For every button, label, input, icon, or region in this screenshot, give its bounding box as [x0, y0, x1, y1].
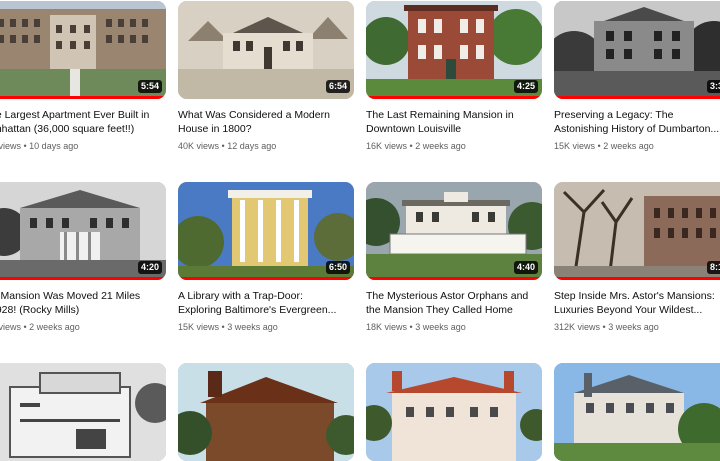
video-card[interactable]: 3:3 Preserving a Legacy: The Astonishing… [554, 1, 720, 151]
modernist-house-image [0, 363, 166, 461]
video-metadata: 40K views • 12 days ago [178, 141, 277, 151]
mediterranean-villa-image [366, 363, 542, 461]
watch-progress-bar [554, 96, 720, 99]
video-card[interactable]: 4:20 is Mansion Was Moved 21 Miles 1928!… [0, 182, 166, 332]
video-card[interactable]: 4:40 The Mysterious Astor Orphans and th… [366, 182, 542, 332]
video-metadata: 18K views • 3 weeks ago [366, 322, 466, 332]
video-thumbnail[interactable]: 8:1 [554, 182, 720, 280]
watch-progress-bar [366, 277, 542, 280]
video-thumbnail[interactable]: 4:40 [366, 182, 542, 280]
video-title[interactable]: Preserving a Legacy: The Astonishing His… [554, 108, 720, 136]
video-thumbnail[interactable]: 5:54 [0, 1, 166, 99]
upload-age: 2 weeks ago [603, 141, 654, 151]
hillside-mansion-image [554, 363, 720, 461]
video-thumbnail[interactable] [178, 363, 354, 461]
duration-badge: 5:54 [137, 80, 162, 93]
video-card[interactable]: 6:50 A Library with a Trap-Door: Explori… [178, 182, 354, 332]
upload-age: 2 weeks ago [29, 322, 80, 332]
video-card[interactable] [554, 363, 720, 461]
duration-badge: 6:54 [325, 80, 350, 93]
watch-progress-bar [0, 96, 166, 99]
video-metadata: 15K views • 3 weeks ago [178, 322, 278, 332]
watch-progress-bar [554, 277, 720, 280]
video-card[interactable]: 5:54 he Largest Apartment Ever Built in … [0, 1, 166, 151]
video-card[interactable] [366, 363, 542, 461]
video-title[interactable]: is Mansion Was Moved 21 Miles 1928! (Roc… [0, 289, 166, 317]
shingle-house-image [178, 363, 354, 461]
video-card[interactable]: 6:54 What Was Considered a Modern House … [178, 1, 354, 151]
video-title[interactable]: A Library with a Trap-Door: Exploring Ba… [178, 289, 354, 317]
video-thumbnail[interactable]: 4:20 [0, 182, 166, 280]
duration-badge: 6:50 [325, 261, 350, 274]
video-metadata: K views • 2 weeks ago [0, 322, 166, 332]
video-card[interactable] [178, 363, 354, 461]
duration-badge: 4:25 [513, 80, 538, 93]
view-count: 40K views [178, 141, 220, 151]
upload-age: 3 weeks ago [415, 322, 466, 332]
view-count: 15K views [554, 141, 596, 151]
video-thumbnail[interactable]: 6:54 [178, 1, 354, 99]
upload-age: 12 days ago [227, 141, 277, 151]
video-metadata: 15K views • 2 weeks ago [554, 141, 654, 151]
video-card[interactable]: 8:1 Step Inside Mrs. Astor's Mansions: L… [554, 182, 720, 332]
video-thumbnail[interactable]: 3:3 [554, 1, 720, 99]
view-count: 16K views [366, 141, 408, 151]
video-thumbnail[interactable]: 6:50 [178, 182, 354, 280]
duration-badge: 4:40 [513, 261, 538, 274]
view-count: K views [0, 141, 22, 151]
video-card[interactable] [0, 363, 166, 461]
video-metadata: 16K views • 2 weeks ago [366, 141, 466, 151]
view-count: 312K views [554, 322, 601, 332]
video-thumbnail[interactable]: 4:25 [366, 1, 542, 99]
watch-progress-bar [366, 96, 542, 99]
video-metadata: 312K views • 3 weeks ago [554, 322, 659, 332]
watch-progress-bar [0, 277, 166, 280]
view-count: K views [0, 322, 22, 332]
duration-badge: 3:3 [706, 80, 720, 93]
video-metadata: K views • 10 days ago [0, 141, 166, 151]
video-thumbnail[interactable] [0, 363, 166, 461]
duration-badge: 4:20 [137, 261, 162, 274]
upload-age: 2 weeks ago [415, 141, 466, 151]
video-title[interactable]: Step Inside Mrs. Astor's Mansions: Luxur… [554, 289, 720, 317]
video-title[interactable]: The Last Remaining Mansion in Downtown L… [366, 108, 542, 136]
video-title[interactable]: What Was Considered a Modern House in 18… [178, 108, 354, 136]
video-thumbnail[interactable] [554, 363, 720, 461]
bw-estate-image [554, 1, 720, 99]
upload-age: 3 weeks ago [608, 322, 659, 332]
upload-age: 3 weeks ago [227, 322, 278, 332]
video-title[interactable]: he Largest Apartment Ever Built in anhat… [0, 108, 166, 136]
upload-age: 10 days ago [29, 141, 79, 151]
view-count: 18K views [366, 322, 408, 332]
watch-progress-bar [178, 277, 354, 280]
video-thumbnail[interactable] [366, 363, 542, 461]
view-count: 15K views [178, 322, 220, 332]
astor-mansion-street-image [554, 182, 720, 280]
duration-badge: 8:1 [706, 261, 720, 274]
video-title[interactable]: The Mysterious Astor Orphans and the Man… [366, 289, 542, 317]
video-card[interactable]: 4:25 The Last Remaining Mansion in Downt… [366, 1, 542, 151]
